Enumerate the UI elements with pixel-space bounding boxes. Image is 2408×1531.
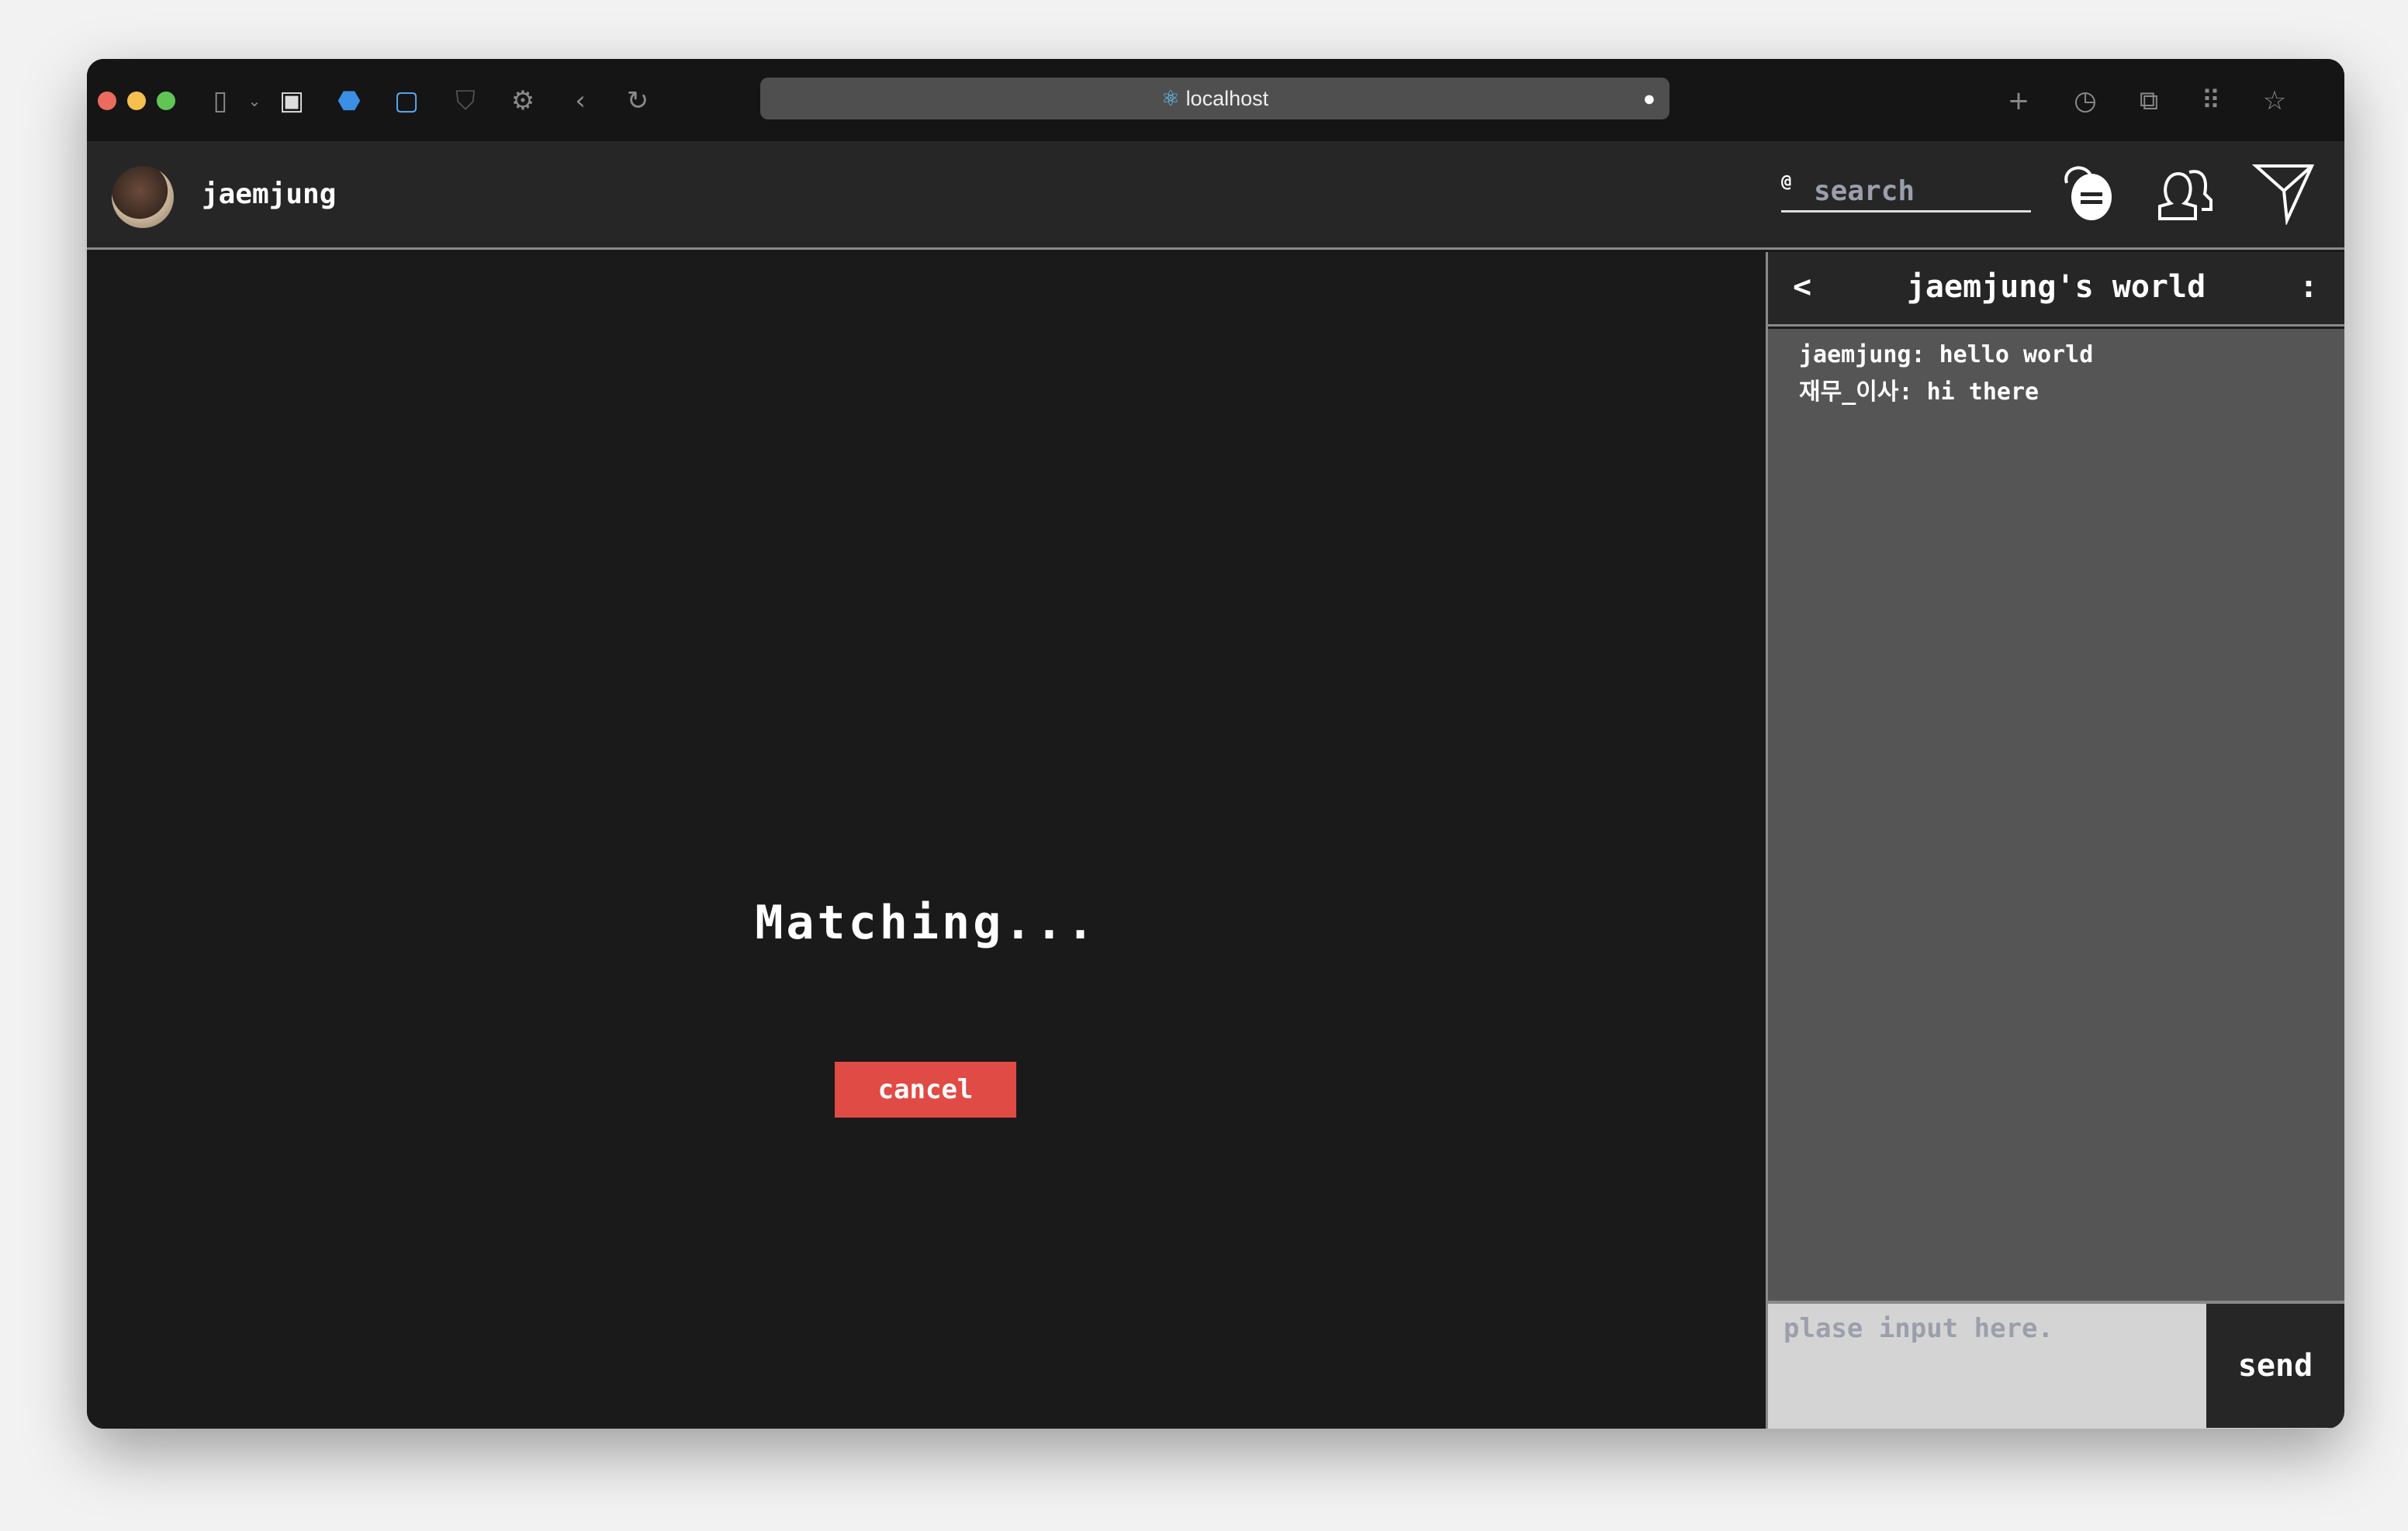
- search-field: @: [1781, 171, 2031, 213]
- mouse-extension-icon[interactable]: ▢: [391, 85, 422, 116]
- chat-title: jaemjung's world: [1906, 269, 2206, 305]
- extension-sitemap-icon[interactable]: ▣: [276, 85, 307, 116]
- search-input[interactable]: [1814, 174, 2023, 208]
- message-composer: send: [1768, 1301, 2344, 1429]
- bookmark-star-icon[interactable]: ☆: [2259, 85, 2290, 116]
- minimize-window-button[interactable]: [127, 92, 146, 110]
- message-list: jaemjung: hello world 재무_이사: hi there: [1768, 329, 2344, 1301]
- tabs-overview-icon[interactable]: ⧉: [2133, 85, 2164, 116]
- close-window-button[interactable]: [98, 92, 116, 110]
- chat-panel: jaemjung's world < : jaemjung: hello wor…: [1766, 252, 2344, 1429]
- more-options-icon[interactable]: ●: [1643, 78, 1656, 119]
- username: jaemjung: [202, 178, 337, 210]
- message-input[interactable]: [1768, 1304, 2207, 1428]
- maximize-window-button[interactable]: [157, 92, 175, 110]
- app-header: jaemjung @: [87, 141, 2344, 250]
- message-item: jaemjung: hello world: [1799, 341, 2094, 368]
- browser-window: ▯ ⌄ ▣ ⬣ ▢ ⛉ ⚙ ‹ ↻ ⚛ localhost ● + ◷ ⧉ ⠿ …: [87, 59, 2344, 1429]
- adblock-icon[interactable]: ⬣: [334, 85, 365, 116]
- send-button[interactable]: send: [2206, 1304, 2344, 1428]
- browser-toolbar: ▯ ⌄ ▣ ⬣ ▢ ⛉ ⚙ ‹ ↻ ⚛ localhost ● + ◷ ⧉ ⠿ …: [87, 59, 2344, 141]
- more-menu-icon[interactable]: :: [2299, 269, 2318, 305]
- address-bar[interactable]: ⚛ localhost ●: [760, 78, 1669, 119]
- back-icon[interactable]: <: [1793, 269, 1811, 305]
- back-icon[interactable]: ‹: [565, 85, 596, 116]
- history-icon[interactable]: ◷: [2070, 85, 2101, 116]
- matching-status: Matching...: [755, 896, 1098, 950]
- sidebar-toggle-icon[interactable]: ▯: [205, 85, 236, 116]
- site-favicon-icon: ⚛: [1161, 87, 1186, 110]
- friends-icon[interactable]: [2154, 160, 2219, 225]
- message-item: 재무_이사: hi there: [1799, 378, 2040, 406]
- at-icon: @: [1781, 172, 1792, 192]
- apps-grid-icon[interactable]: ⠿: [2195, 85, 2226, 116]
- shield-icon[interactable]: ⛉: [450, 85, 481, 116]
- chevron-down-icon[interactable]: ⌄: [239, 85, 270, 116]
- gear-icon[interactable]: ⚙: [507, 85, 538, 116]
- avatar[interactable]: [112, 166, 174, 228]
- chat-bubble-icon[interactable]: [2054, 160, 2119, 225]
- matching-area: Matching... cancel: [87, 252, 1766, 1429]
- new-tab-icon[interactable]: +: [2003, 85, 2034, 116]
- url-text: localhost: [1185, 87, 1269, 110]
- reload-icon[interactable]: ↻: [622, 85, 653, 116]
- paper-plane-icon[interactable]: [2251, 160, 2316, 225]
- chat-header: jaemjung's world < :: [1768, 252, 2344, 327]
- cancel-button[interactable]: cancel: [835, 1062, 1016, 1118]
